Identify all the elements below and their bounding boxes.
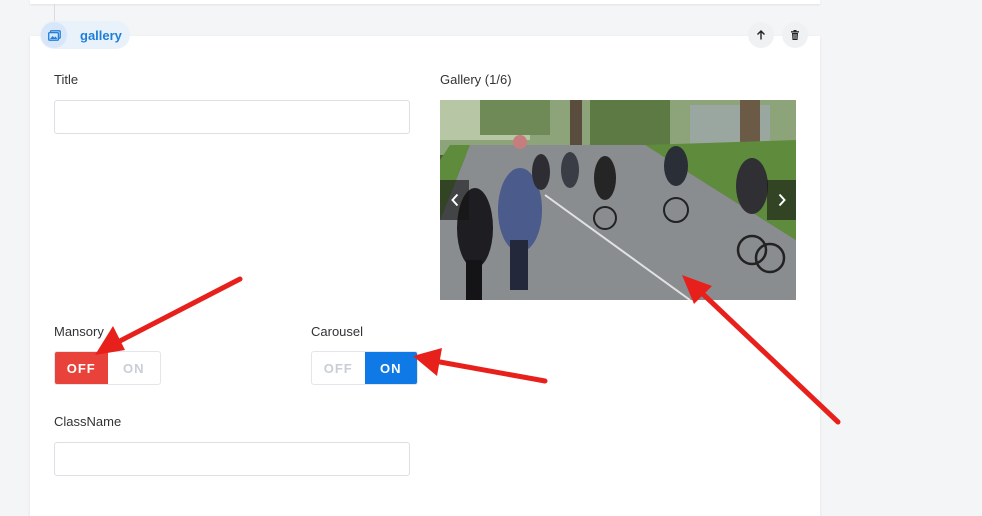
carousel-toggle[interactable]: OFF ON: [311, 351, 418, 385]
mansory-off-option[interactable]: OFF: [55, 352, 108, 384]
mansory-toggle[interactable]: OFF ON: [54, 351, 161, 385]
carousel-label: Carousel: [311, 324, 364, 339]
gallery-icon: [41, 22, 67, 48]
carousel-on-option[interactable]: ON: [364, 352, 417, 384]
chevron-right-icon: [778, 193, 786, 207]
gallery-label: Gallery (1/6): [440, 72, 512, 87]
gallery-image: [440, 100, 796, 300]
gallery-prev-button[interactable]: [440, 180, 469, 220]
mansory-on-option[interactable]: ON: [108, 352, 161, 384]
previous-block-card: [30, 0, 820, 4]
block-type-tag[interactable]: gallery: [40, 21, 130, 49]
arrow-up-icon: [757, 30, 765, 40]
gallery-carousel[interactable]: [440, 100, 796, 300]
delete-block-button[interactable]: [782, 22, 808, 48]
trash-icon: [791, 30, 799, 40]
move-up-button[interactable]: [748, 22, 774, 48]
classname-label: ClassName: [54, 414, 122, 429]
gallery-next-button[interactable]: [767, 180, 796, 220]
title-label: Title: [54, 72, 79, 87]
mansory-label: Mansory: [54, 324, 104, 339]
block-connector-line: [54, 4, 55, 22]
chevron-left-icon: [450, 193, 458, 207]
title-input[interactable]: [54, 100, 410, 134]
block-type-label: gallery: [80, 27, 122, 43]
carousel-off-option[interactable]: OFF: [312, 352, 365, 384]
classname-input[interactable]: [54, 442, 410, 476]
